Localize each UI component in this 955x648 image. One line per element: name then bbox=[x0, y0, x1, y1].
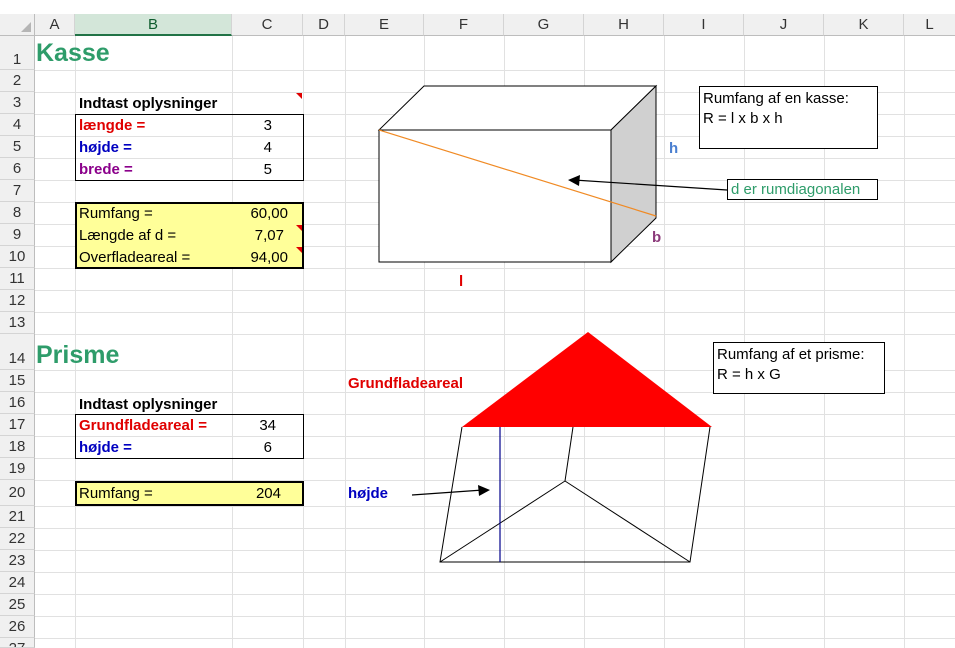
grundflade-diagram-label[interactable]: Grundfladeareal bbox=[348, 374, 463, 394]
height-arrow bbox=[411, 489, 484, 496]
box-front-face bbox=[378, 129, 612, 263]
prism-edge-left bbox=[439, 480, 566, 563]
label-b[interactable]: b bbox=[652, 228, 661, 248]
prism-edge-right bbox=[564, 480, 691, 563]
hojde-diagram-label[interactable]: højde bbox=[348, 484, 388, 504]
prism-edge-back bbox=[564, 426, 574, 482]
diagonal-note[interactable]: d er rumdiagonalen bbox=[727, 179, 878, 200]
prisme-rumfang-label[interactable]: Rumfang = bbox=[79, 484, 153, 504]
box-top-face bbox=[377, 85, 658, 131]
prisme-formula-note[interactable]: Rumfang af et prisme: R = h x G bbox=[713, 342, 885, 394]
prisme-input-header[interactable]: Indtast oplysninger bbox=[79, 395, 217, 415]
prisme-title[interactable]: Prisme bbox=[36, 340, 119, 370]
prism-base-triangle bbox=[462, 332, 712, 427]
prisme-hojde-value[interactable]: 6 bbox=[232, 438, 272, 458]
prisme-grundflade-value[interactable]: 34 bbox=[232, 416, 276, 436]
spreadsheet: A B C D E F G H I J K L 1 2 3 4 5 6 7 8 … bbox=[0, 0, 955, 648]
label-h[interactable]: h bbox=[669, 139, 678, 159]
kasse-formula-line1: Rumfang af en kasse: bbox=[703, 90, 849, 107]
prisme-hojde-label[interactable]: højde = bbox=[79, 438, 132, 458]
prisme-formula-line1: Rumfang af et prisme: bbox=[717, 346, 865, 363]
label-l[interactable]: l bbox=[459, 272, 463, 292]
height-arrow-head bbox=[478, 485, 490, 496]
kasse-formula-line2: R = l x b x h bbox=[703, 110, 783, 127]
prisme-formula-line2: R = h x G bbox=[717, 366, 781, 383]
kasse-formula-note[interactable]: Rumfang af en kasse: R = l x b x h bbox=[699, 86, 878, 149]
prisme-rumfang-value[interactable]: 204 bbox=[232, 484, 281, 504]
prisme-grundflade-label[interactable]: Grundfladeareal = bbox=[79, 416, 207, 436]
